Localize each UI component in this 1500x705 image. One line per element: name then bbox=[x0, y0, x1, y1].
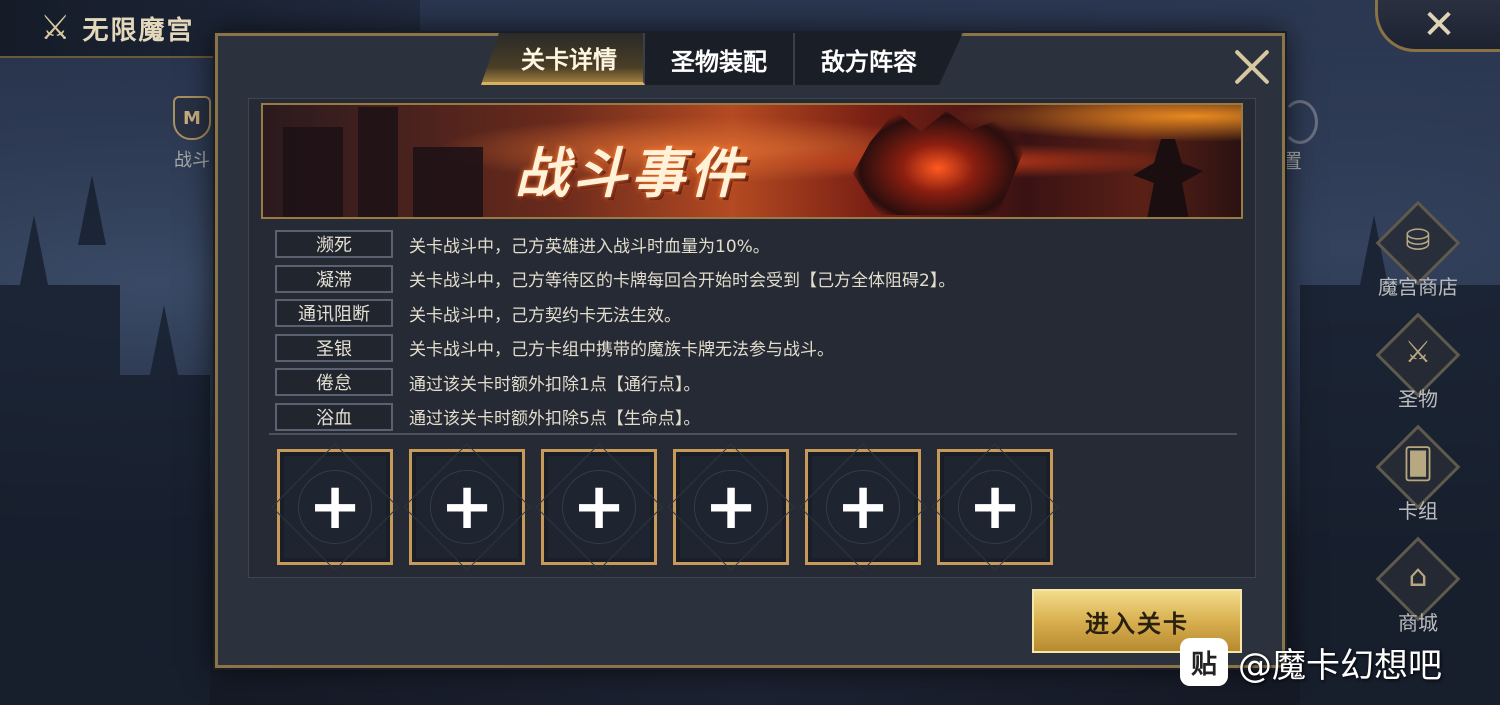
banner-tower bbox=[358, 107, 398, 217]
event-tag: 浴血 bbox=[275, 402, 393, 431]
side-item-label: 卡组 bbox=[1398, 499, 1438, 523]
plus-icon: + bbox=[572, 470, 626, 544]
stage-detail-dialog: 关卡详情 圣物装配 敌方阵容 战斗事件 濒死 关卡战斗中，己方英雄进入战斗时血量… bbox=[215, 33, 1285, 668]
battle-tab-label: 战斗 bbox=[174, 150, 210, 171]
event-description: 通过该关卡时额外扣除5点【生命点】。 bbox=[409, 409, 701, 430]
sword-icon: ⚔ bbox=[1404, 335, 1432, 370]
relic-slot[interactable]: + bbox=[667, 443, 795, 571]
config-label: 置 bbox=[1282, 149, 1302, 173]
event-description: 关卡战斗中，己方契约卡无法生效。 bbox=[409, 305, 681, 326]
side-item-deck[interactable]: 🂠 卡组 bbox=[1370, 424, 1466, 541]
plus-icon: + bbox=[968, 470, 1022, 544]
event-tag: 圣银 bbox=[275, 333, 393, 362]
castle-spire bbox=[150, 305, 178, 375]
config-icon[interactable] bbox=[1282, 100, 1318, 144]
stage-detail-content: 战斗事件 濒死 关卡战斗中，己方英雄进入战斗时血量为10%。 凝滞 关卡战斗中，… bbox=[248, 98, 1256, 578]
battle-event-banner: 战斗事件 bbox=[261, 103, 1243, 219]
event-row: 圣银 关卡战斗中，己方卡组中携带的魔族卡牌无法参与战斗。 bbox=[275, 331, 1235, 366]
castle-spire bbox=[78, 175, 106, 245]
relic-slot-row: + + + + + + bbox=[271, 443, 1059, 571]
castle-spire bbox=[20, 215, 48, 285]
cards-icon: 🂠 bbox=[1402, 447, 1434, 482]
event-tag: 濒死 bbox=[275, 230, 393, 259]
banner-tower bbox=[283, 127, 343, 217]
dialog-tabs: 关卡详情 圣物装配 敌方阵容 bbox=[481, 33, 963, 88]
event-list: 濒死 关卡战斗中，己方英雄进入战斗时血量为10%。 凝滞 关卡战斗中，己方等待区… bbox=[275, 227, 1235, 434]
side-item-label: 商城 bbox=[1398, 611, 1438, 635]
castle-silhouette bbox=[120, 375, 210, 705]
crossed-swords-icon: ⚔ bbox=[40, 8, 71, 48]
window-close-button[interactable]: ✕ bbox=[1375, 0, 1500, 52]
event-description: 关卡战斗中，己方卡组中携带的魔族卡牌无法参与战斗。 bbox=[409, 340, 834, 361]
close-icon[interactable] bbox=[1228, 44, 1276, 92]
chest-icon: ⌂ bbox=[1408, 559, 1428, 594]
dragon-artwork bbox=[853, 111, 1023, 215]
section-divider bbox=[269, 433, 1237, 435]
shield-icon: M bbox=[173, 96, 211, 140]
side-item-label: 魔宫商店 bbox=[1378, 275, 1458, 299]
warrior-silhouette bbox=[1133, 139, 1203, 217]
side-item-relic[interactable]: ⚔ 圣物 bbox=[1370, 312, 1466, 429]
banner-tower bbox=[413, 147, 483, 217]
event-row: 凝滞 关卡战斗中，己方等待区的卡牌每回合开始时会受到【己方全体阻碍2】。 bbox=[275, 262, 1235, 297]
event-row: 倦怠 通过该关卡时额外扣除1点【通行点】。 bbox=[275, 365, 1235, 400]
event-tag: 凝滞 bbox=[275, 264, 393, 293]
plus-icon: + bbox=[440, 470, 494, 544]
relic-slot[interactable]: + bbox=[271, 443, 399, 571]
relic-slot[interactable]: + bbox=[403, 443, 531, 571]
relic-slot[interactable]: + bbox=[799, 443, 927, 571]
castle-silhouette bbox=[0, 285, 120, 705]
page-title: 无限魔宫 bbox=[82, 15, 195, 46]
event-row: 通讯阻断 关卡战斗中，己方契约卡无法生效。 bbox=[275, 296, 1235, 331]
event-tag: 倦怠 bbox=[275, 368, 393, 397]
side-menu: ⛁ 魔宫商店 ⚔ 圣物 🂠 卡组 ⌂ 商城 bbox=[1370, 200, 1466, 653]
plus-icon: + bbox=[704, 470, 758, 544]
banner-headline: 战斗事件 bbox=[515, 141, 747, 205]
relic-slot[interactable]: + bbox=[931, 443, 1059, 571]
tab-stage-details[interactable]: 关卡详情 bbox=[481, 33, 645, 85]
event-tag: 通讯阻断 bbox=[275, 299, 393, 328]
side-item-label: 圣物 bbox=[1398, 387, 1438, 411]
tab-relic-equip[interactable]: 圣物装配 bbox=[645, 33, 795, 85]
battle-tab[interactable]: M 战斗 bbox=[162, 96, 222, 172]
watermark-text: @魔卡幻想吧 bbox=[1238, 645, 1442, 686]
watermark: 贴 @魔卡幻想吧 bbox=[1180, 635, 1442, 689]
tieba-logo-icon: 贴 bbox=[1180, 638, 1228, 686]
treasure-icon: ⛁ bbox=[1405, 223, 1431, 258]
event-description: 通过该关卡时额外扣除1点【通行点】。 bbox=[409, 374, 701, 395]
event-row: 浴血 通过该关卡时额外扣除5点【生命点】。 bbox=[275, 400, 1235, 435]
side-item-shop[interactable]: ⛁ 魔宫商店 bbox=[1370, 200, 1466, 317]
event-description: 关卡战斗中，己方等待区的卡牌每回合开始时会受到【己方全体阻碍2】。 bbox=[409, 271, 956, 292]
event-row: 濒死 关卡战斗中，己方英雄进入战斗时血量为10%。 bbox=[275, 227, 1235, 262]
tab-enemy-lineup[interactable]: 敌方阵容 bbox=[795, 33, 963, 85]
event-description: 关卡战斗中，己方英雄进入战斗时血量为10%。 bbox=[409, 236, 770, 257]
plus-icon: + bbox=[836, 470, 890, 544]
relic-slot[interactable]: + bbox=[535, 443, 663, 571]
plus-icon: + bbox=[308, 470, 362, 544]
